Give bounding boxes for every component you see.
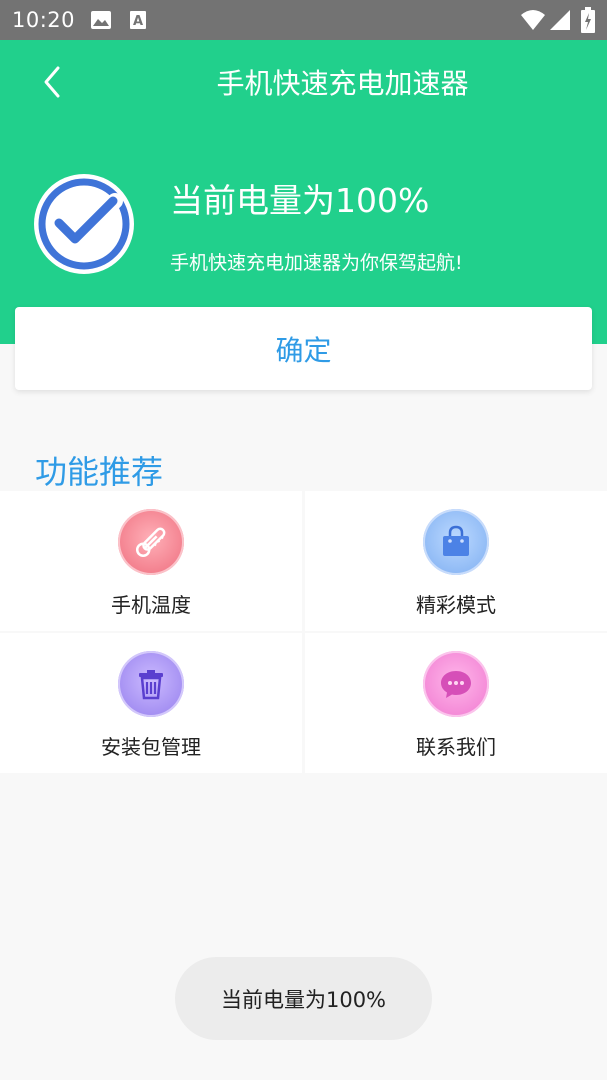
toast-message: 当前电量为100% (175, 957, 432, 1040)
confirm-label: 确定 (275, 333, 332, 367)
status-time: 10:20 (12, 8, 76, 32)
header: 手机快速充电加速器 当前电量为100% 手机快速充电加速器为你保驾起航! (0, 40, 607, 344)
feature-label: 安装包管理 (101, 735, 201, 759)
battery-icon (581, 7, 595, 33)
status-bar: 10:20 A (0, 0, 607, 40)
battery-level-text: 当前电量为100% (170, 181, 430, 220)
feature-wonderful-mode[interactable]: 精彩模式 (305, 491, 607, 631)
feature-label: 手机温度 (111, 593, 191, 617)
svg-text:A: A (133, 14, 143, 29)
signal-icon (550, 10, 570, 30)
thermometer-icon (118, 509, 184, 575)
shopping-bag-icon (423, 509, 489, 575)
a-icon: A (130, 11, 146, 29)
feature-phone-temperature[interactable]: 手机温度 (0, 491, 302, 631)
gallery-icon (91, 11, 111, 29)
wifi-icon (521, 10, 545, 30)
chat-bubble-icon (423, 651, 489, 717)
check-circle-icon (34, 174, 134, 274)
feature-label: 联系我们 (416, 735, 496, 759)
feature-label: 精彩模式 (416, 593, 496, 617)
section-title: 功能推荐 (35, 453, 164, 491)
header-subtitle: 手机快速充电加速器为你保驾起航! (170, 252, 463, 274)
feature-package-management[interactable]: 安装包管理 (0, 633, 302, 773)
confirm-button[interactable]: 确定 (15, 307, 592, 390)
page-title: 手机快速充电加速器 (216, 67, 469, 100)
feature-contact-us[interactable]: 联系我们 (305, 633, 607, 773)
trash-icon (118, 651, 184, 717)
feature-grid: 手机温度 精彩模式 安装包管理 联系我们 (0, 491, 607, 773)
toast-text: 当前电量为100% (220, 987, 387, 1012)
